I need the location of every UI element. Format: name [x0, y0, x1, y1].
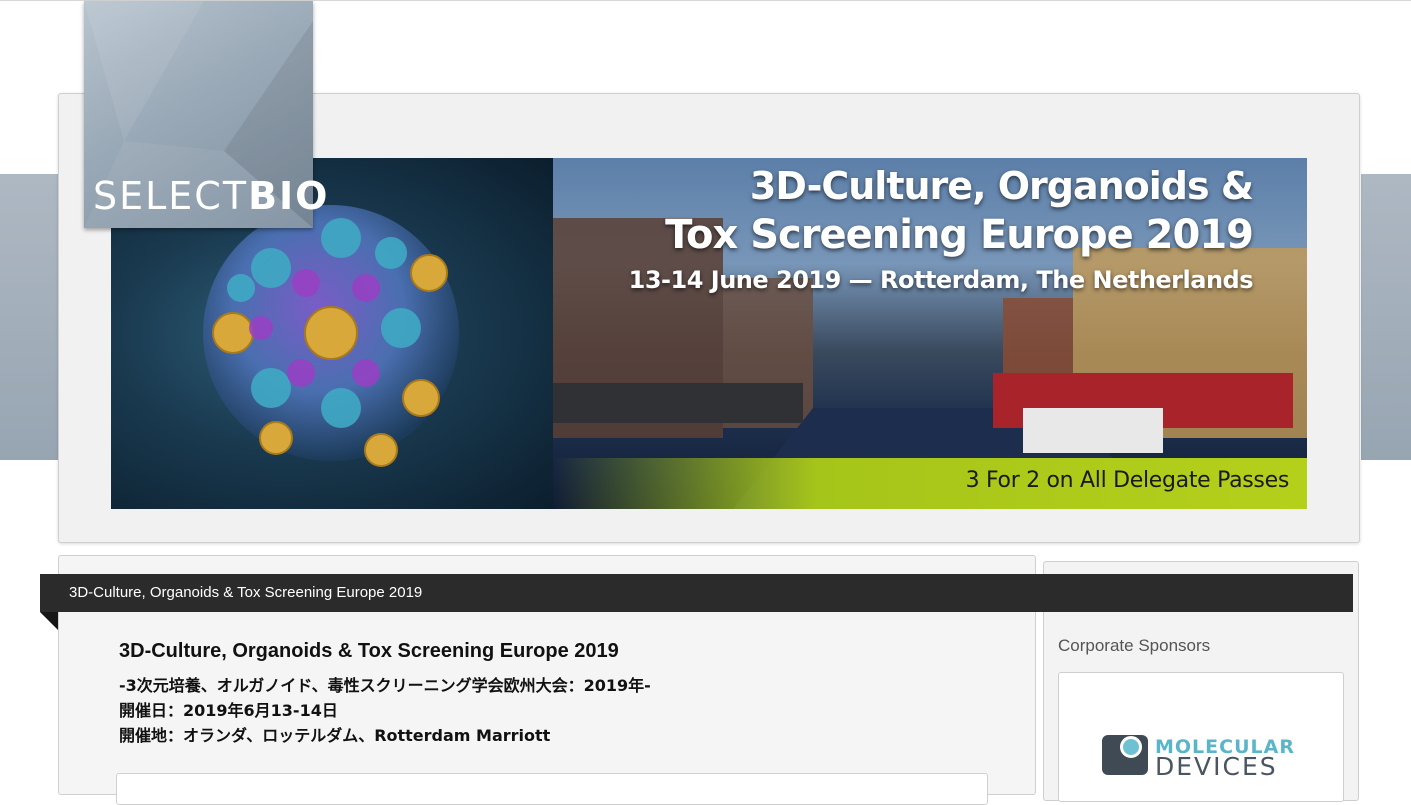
event-summary: 3D-Culture, Organoids & Tox Screening Eu… [119, 640, 651, 748]
selectbio-logo[interactable]: SELECTBIO [84, 1, 327, 228]
background-band-right [1361, 174, 1411, 460]
rotterdam-canal-photo [553, 158, 1307, 509]
page-title-bar: 3D-Culture, Organoids & Tox Screening Eu… [40, 574, 1353, 612]
event-date: 開催日：2019年6月13-14日 [119, 701, 338, 720]
logo-light-text: SELECT [93, 174, 249, 218]
canal-scene [553, 218, 1307, 509]
logo-wordmark: SELECTBIO [93, 174, 329, 218]
banner-dates-location: 13-14 June 2019 — Rotterdam, The Netherl… [628, 266, 1254, 294]
banner-title-line2: Tox Screening Europe 2019 [665, 212, 1254, 258]
molecular-devices-icon-dot [1120, 736, 1142, 758]
background-band-left [0, 174, 60, 460]
logo-bold-text: BIO [248, 174, 330, 218]
banner-title-line1: 3D-Culture, Organoids & [749, 164, 1254, 208]
sponsor-name-line2: DEVICES [1155, 752, 1278, 781]
event-venue: 開催地：オランダ、ロッテルダム、Rotterdam Marriott [119, 726, 551, 745]
event-japanese-subtitle: -3次元培養、オルガノイド、毒性スクリーニング学会欧州大会：2019年- [119, 676, 651, 695]
sponsors-heading: Corporate Sponsors [1058, 636, 1211, 655]
title-bar-fold [40, 612, 58, 630]
event-heading: 3D-Culture, Organoids & Tox Screening Eu… [119, 640, 619, 662]
promo-text: 3 For 2 on All Delegate Passes [965, 468, 1290, 493]
content-card [116, 773, 988, 805]
